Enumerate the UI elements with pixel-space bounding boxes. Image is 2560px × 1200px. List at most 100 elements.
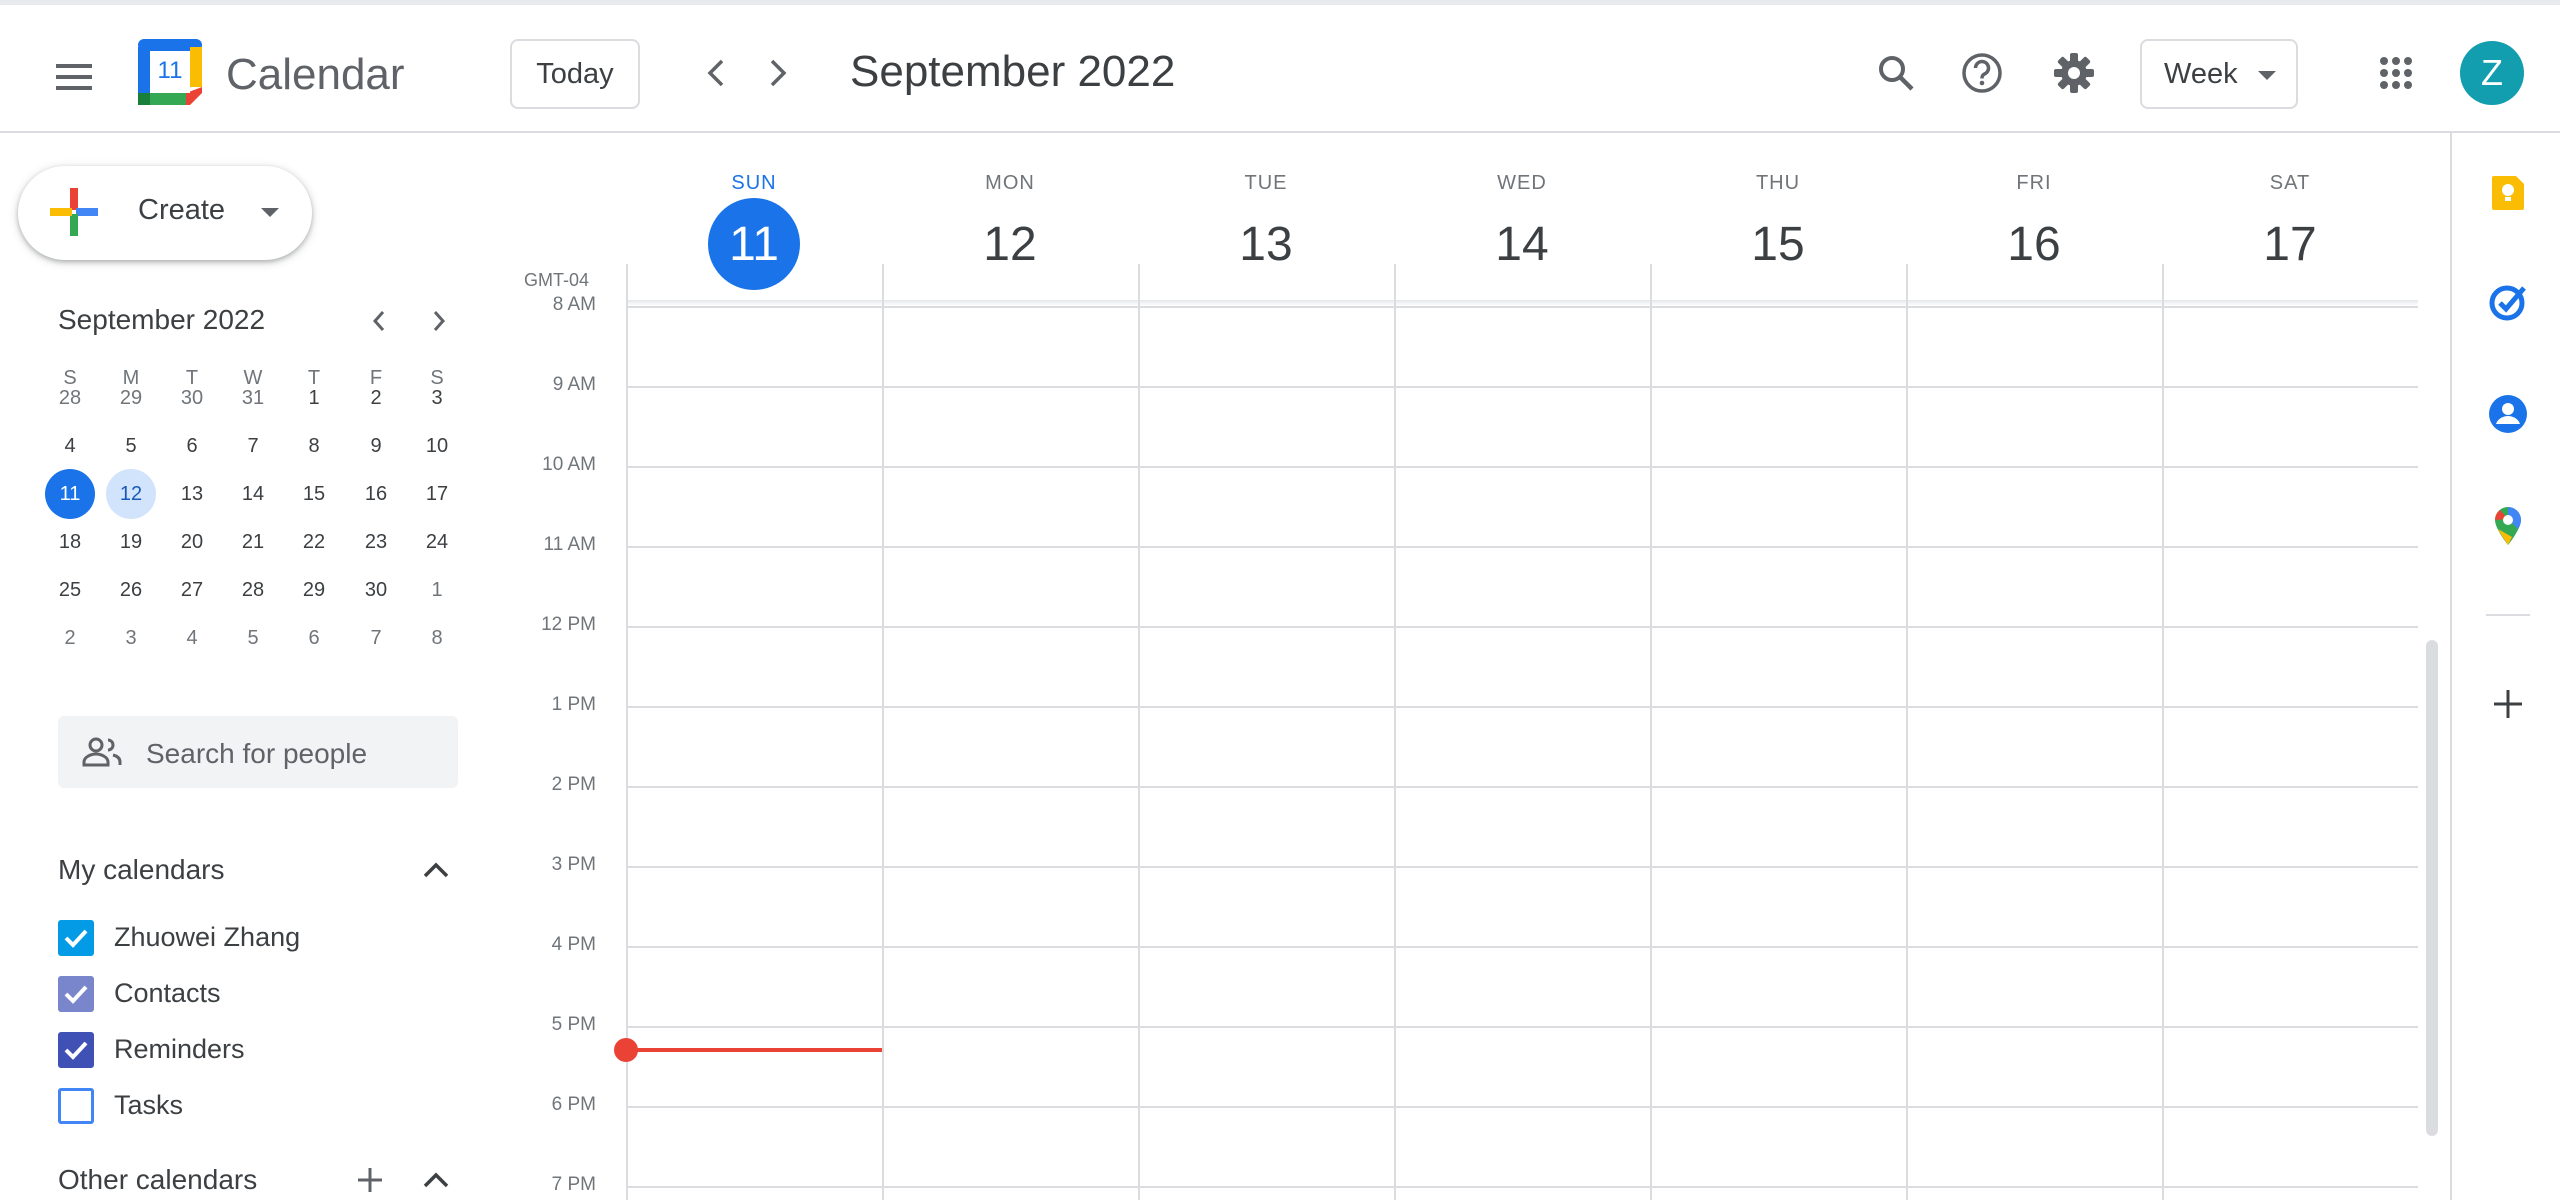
search-button[interactable] xyxy=(1864,41,1928,105)
mini-calendar-day[interactable]: 27 xyxy=(167,565,217,615)
mini-calendar-day[interactable]: 12 xyxy=(106,469,156,519)
mini-calendar-day[interactable]: 29 xyxy=(289,565,339,615)
main-menu-button[interactable] xyxy=(42,45,106,109)
dropdown-caret-icon xyxy=(261,208,279,217)
checkbox-checked-icon[interactable] xyxy=(58,976,94,1012)
mini-calendar-day[interactable]: 6 xyxy=(167,421,217,471)
search-for-people-field[interactable]: Search for people xyxy=(58,716,458,788)
mini-calendar-day[interactable]: 1 xyxy=(412,565,462,615)
mini-calendar-day[interactable]: 19 xyxy=(106,517,156,567)
maps-app-button[interactable] xyxy=(2484,502,2532,550)
gear-icon xyxy=(2054,53,2094,93)
keep-app-button[interactable] xyxy=(2484,168,2532,216)
mini-calendar-day[interactable]: 2 xyxy=(351,373,401,423)
mini-calendar-day[interactable]: 28 xyxy=(228,565,278,615)
chevron-left-icon xyxy=(707,59,724,87)
mini-calendar-day[interactable]: 3 xyxy=(412,373,462,423)
hour-label: 1 PM xyxy=(551,694,596,715)
mini-calendar-day[interactable]: 15 xyxy=(289,469,339,519)
view-selector[interactable]: Week xyxy=(2140,39,2298,109)
mini-calendar-day[interactable]: 20 xyxy=(167,517,217,567)
apps-grid-icon xyxy=(2380,57,2412,89)
account-avatar[interactable]: Z xyxy=(2460,41,2524,105)
mini-calendar-day[interactable]: 25 xyxy=(45,565,95,615)
plus-icon xyxy=(2494,690,2522,718)
mini-calendar-title: September 2022 xyxy=(58,304,266,335)
my-calendars-collapse-button[interactable] xyxy=(416,850,456,890)
search-for-people-placeholder: Search for people xyxy=(146,738,368,769)
mini-calendar-day[interactable]: 31 xyxy=(228,373,278,423)
mini-calendar-day[interactable]: 30 xyxy=(167,373,217,423)
mini-calendar-day[interactable]: 17 xyxy=(412,469,462,519)
mini-calendar-day[interactable]: 1 xyxy=(289,373,339,423)
mini-calendar-day[interactable]: 18 xyxy=(45,517,95,567)
calendar-list-item[interactable]: Contacts xyxy=(58,968,458,1016)
mini-calendar-day[interactable]: 13 xyxy=(167,469,217,519)
settings-button[interactable] xyxy=(2042,41,2106,105)
mini-calendar-day[interactable]: 30 xyxy=(351,565,401,615)
next-week-button[interactable] xyxy=(746,41,810,105)
mini-calendar-day[interactable]: 24 xyxy=(412,517,462,567)
calendar-list-label: Contacts xyxy=(114,978,221,1008)
mini-calendar-day[interactable]: 26 xyxy=(106,565,156,615)
grid-scrollbar[interactable] xyxy=(2426,640,2438,1136)
chevron-right-icon xyxy=(433,311,446,331)
mini-calendar-day[interactable]: 7 xyxy=(351,613,401,663)
mini-calendar-day[interactable]: 29 xyxy=(106,373,156,423)
hour-label: 8 AM xyxy=(552,294,596,315)
mini-calendar-day[interactable]: 7 xyxy=(228,421,278,471)
checkbox-checked-icon[interactable] xyxy=(58,920,94,956)
mini-calendar-day[interactable]: 4 xyxy=(167,613,217,663)
calendar-logo[interactable]: 11 xyxy=(138,39,202,105)
other-calendars-heading[interactable]: Other calendars xyxy=(58,1164,257,1196)
get-add-ons-button[interactable] xyxy=(2484,680,2532,728)
date-range-title: September 2022 xyxy=(850,47,1176,96)
day-header-weekday: SUN xyxy=(731,172,777,194)
mini-calendar-previous-month[interactable] xyxy=(354,300,404,342)
hour-label: 2 PM xyxy=(551,774,596,795)
calendar-list-item[interactable]: Zhuowei Zhang xyxy=(58,912,458,960)
hour-label: 6 PM xyxy=(551,1094,596,1115)
calendar-list-item[interactable]: Reminders xyxy=(58,1024,458,1072)
previous-week-button[interactable] xyxy=(684,41,748,105)
mini-calendar-day[interactable]: 2 xyxy=(45,613,95,663)
mini-calendar-next-month[interactable] xyxy=(414,300,464,342)
hamburger-menu-icon xyxy=(56,64,92,90)
checkbox-unchecked-icon[interactable] xyxy=(58,1088,94,1124)
mini-calendar-day[interactable]: 10 xyxy=(412,421,462,471)
day-header-weekday: THU xyxy=(1755,172,1801,194)
help-button[interactable] xyxy=(1950,41,2014,105)
contacts-app-button[interactable] xyxy=(2484,390,2532,438)
hour-line xyxy=(626,466,2418,468)
mini-calendar-day[interactable]: 23 xyxy=(351,517,401,567)
mini-calendar-day[interactable]: 11 xyxy=(45,469,95,519)
my-calendars-heading[interactable]: My calendars xyxy=(58,854,225,886)
hour-label: 4 PM xyxy=(551,934,596,955)
calendar-list-item[interactable]: Tasks xyxy=(58,1080,458,1128)
mini-calendar-day[interactable]: 22 xyxy=(289,517,339,567)
checkbox-checked-icon[interactable] xyxy=(58,1032,94,1068)
mini-calendar-day[interactable]: 5 xyxy=(106,421,156,471)
hour-line xyxy=(626,946,2418,948)
other-calendars-collapse-button[interactable] xyxy=(416,1160,456,1200)
mini-calendar-day[interactable]: 21 xyxy=(228,517,278,567)
mini-calendar-day[interactable]: 5 xyxy=(228,613,278,663)
mini-calendar-day[interactable]: 3 xyxy=(106,613,156,663)
chevron-up-icon xyxy=(423,862,449,878)
today-button[interactable]: Today xyxy=(510,39,640,109)
add-other-calendar-button[interactable] xyxy=(350,1160,390,1200)
mini-calendar-day[interactable]: 6 xyxy=(289,613,339,663)
plus-icon xyxy=(358,1168,382,1192)
mini-calendar-day[interactable]: 4 xyxy=(45,421,95,471)
google-apps-button[interactable] xyxy=(2364,41,2428,105)
tasks-app-button[interactable] xyxy=(2484,278,2532,326)
chevron-left-icon xyxy=(372,311,385,331)
mini-calendar-day[interactable]: 9 xyxy=(351,421,401,471)
mini-calendar-day[interactable]: 8 xyxy=(412,613,462,663)
mini-calendar-day[interactable]: 14 xyxy=(228,469,278,519)
week-time-grid[interactable] xyxy=(626,266,2418,1200)
create-button[interactable]: Create xyxy=(18,166,312,260)
mini-calendar-day[interactable]: 28 xyxy=(45,373,95,423)
mini-calendar-day[interactable]: 8 xyxy=(289,421,339,471)
mini-calendar-day[interactable]: 16 xyxy=(351,469,401,519)
